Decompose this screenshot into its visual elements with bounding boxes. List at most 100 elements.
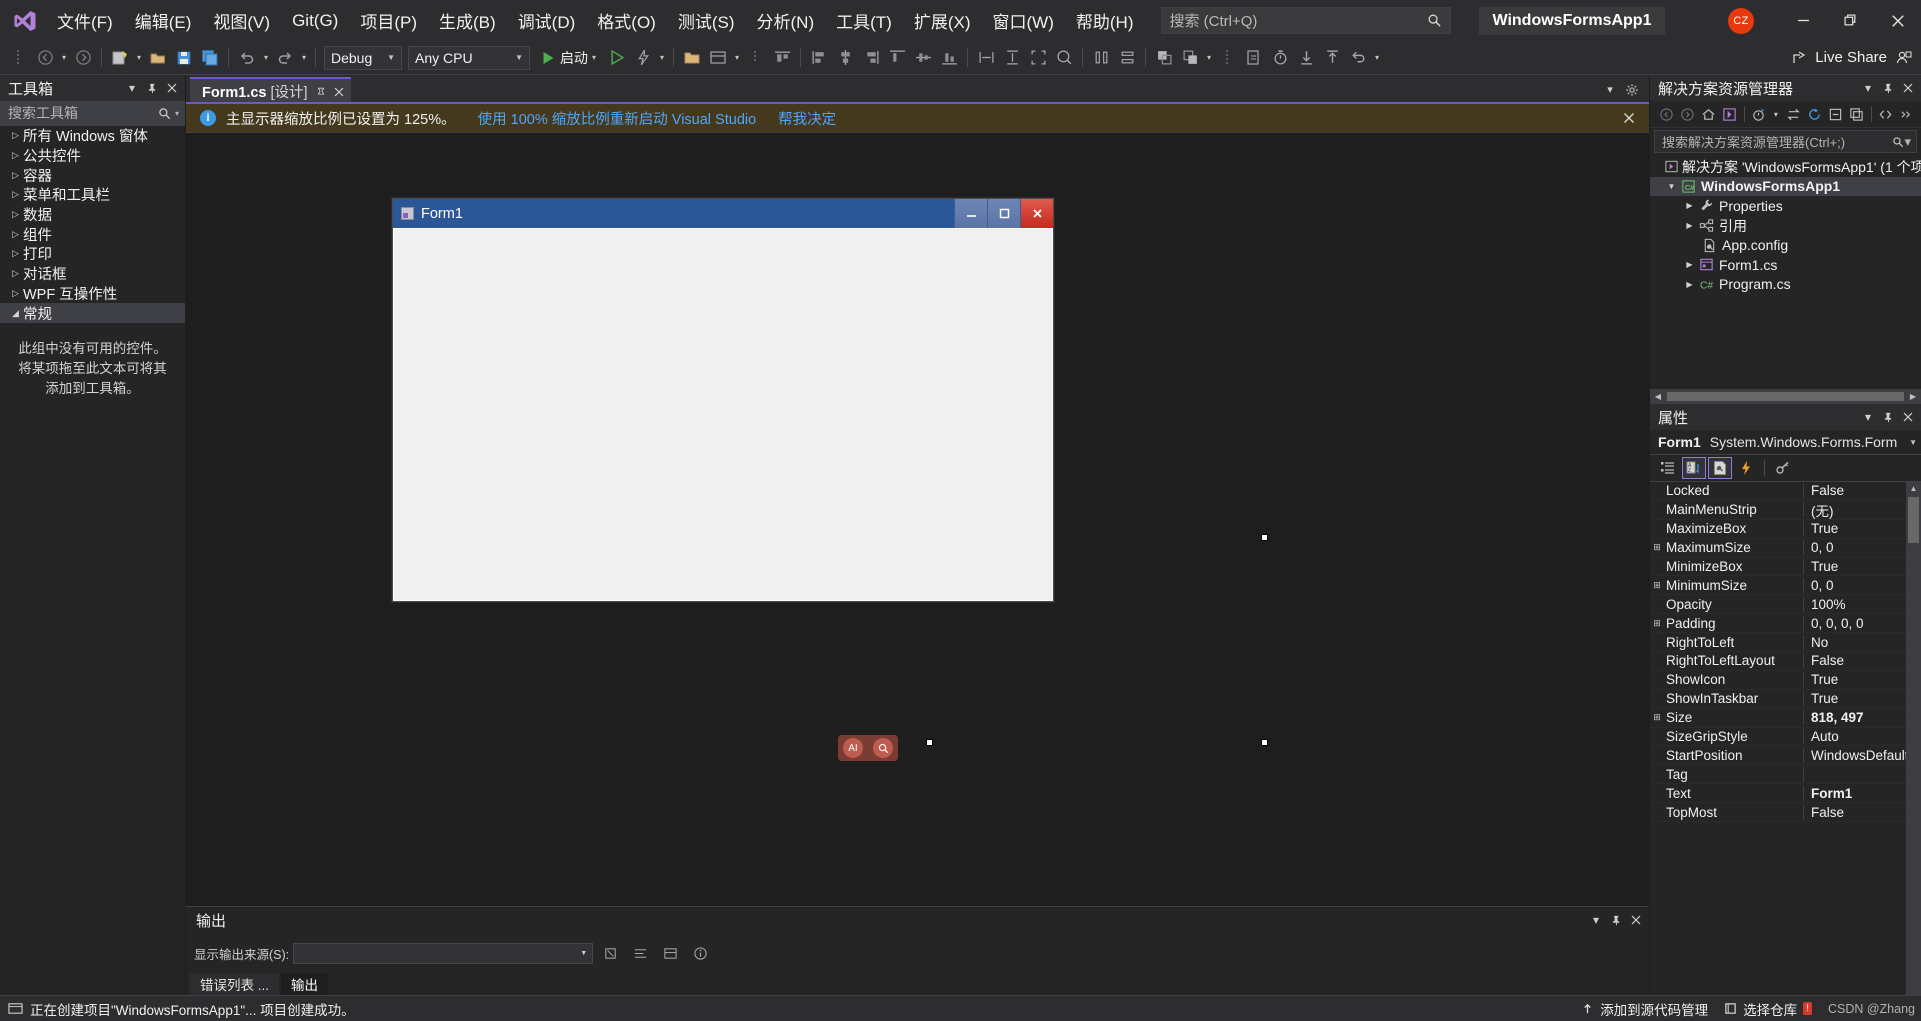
toolbox-category-wpf-interop[interactable]: ▷ WPF 互操作性 [0,284,185,304]
output-dropdown-icon[interactable]: ▾ [1587,910,1605,930]
property-key-icon[interactable] [1771,457,1795,479]
output-clear-icon[interactable] [597,940,623,966]
form-maximize-button[interactable] [987,199,1020,228]
window-layout-icon[interactable] [705,45,731,71]
timer-icon[interactable] [1267,45,1293,71]
toolbox-category-menus-toolbars[interactable]: ▷ 菜单和工具栏 [0,185,185,205]
property-row[interactable]: RightToLeft No [1650,633,1921,653]
forward-icon[interactable] [1677,104,1697,125]
scroll-up-icon[interactable]: ▲ [1910,482,1918,496]
form1-client-area[interactable] [393,228,1053,601]
live-share-button[interactable]: Live Share [1791,49,1921,67]
chevron-right-icon[interactable]: ▶ [1682,280,1697,289]
vertical-spacing-icon[interactable] [1114,45,1140,71]
new-project-icon[interactable] [107,45,133,71]
property-value[interactable]: (无) [1804,500,1921,520]
solution-configuration-select[interactable]: Debug ▼ [324,45,402,70]
chevron-right-icon[interactable]: ▶ [1682,201,1697,210]
property-row[interactable]: TopMost False [1650,803,1921,823]
make-same-width-icon[interactable] [973,45,999,71]
save-icon[interactable] [171,45,197,71]
select-repository-button[interactable]: 选择仓库 ! [1724,999,1812,1019]
properties-pin-icon[interactable] [1879,407,1897,427]
redo-icon[interactable] [272,45,298,71]
window-minimize-button[interactable] [1780,0,1827,41]
output-info-icon[interactable] [687,940,713,966]
revert-icon[interactable] [1345,45,1371,71]
tree-item-form1-cs[interactable]: ▶ Form1.cs [1650,255,1921,275]
output-toggle-icon[interactable] [657,940,683,966]
solution-view-icon[interactable] [1720,104,1740,125]
save-all-icon[interactable] [197,45,223,71]
menu-help[interactable]: 帮助(H) [1065,0,1145,41]
properties-dropdown-icon[interactable]: ▾ [1859,407,1877,427]
add-to-source-control-button[interactable]: 添加到源代码管理 [1581,999,1708,1019]
navigate-backward-dropdown-icon[interactable]: ▾ [58,53,70,62]
output-wordwrap-icon[interactable] [627,940,653,966]
property-value[interactable]: Form1 [1804,786,1921,801]
property-row[interactable]: ⊞ Size 818, 497 [1650,709,1921,728]
toolbox-category-dialogs[interactable]: ▷ 对话框 [0,264,185,284]
upload-icon[interactable] [1319,45,1345,71]
properties-object-select[interactable]: Form1 System.Windows.Forms.Form ▼ [1650,430,1921,455]
toolbox-close-icon[interactable] [163,78,181,98]
bring-to-front-icon[interactable] [1151,45,1177,71]
property-row[interactable]: ShowInTaskbar True [1650,690,1921,709]
scrollbar-thumb[interactable] [1908,497,1919,543]
start-debug-button[interactable]: 启动 ▾ [533,45,604,71]
toolbox-category-all-windows-forms[interactable]: ▷ 所有 Windows 窗体 [0,126,185,146]
form1-preview[interactable]: Form1 [392,198,1054,602]
toolbox-pin-icon[interactable] [143,78,161,98]
toolbox-category-containers[interactable]: ▷ 容器 [0,165,185,185]
pin-icon[interactable] [316,86,326,97]
user-avatar[interactable]: CZ [1728,7,1754,34]
properties-page-icon[interactable] [1708,457,1732,479]
properties-grid[interactable]: Locked False MainMenuStrip (无) MaximizeB… [1650,482,1921,995]
property-row[interactable]: RightToLeftLayout False [1650,652,1921,671]
menu-git[interactable]: Git(G) [281,0,349,41]
property-row[interactable]: ⊞ MinimumSize 0, 0 [1650,576,1921,596]
property-value[interactable]: 0, 0 [1804,578,1921,593]
property-row[interactable]: Tag [1650,765,1921,785]
events-lightning-icon[interactable] [1734,457,1758,479]
output-pin-icon[interactable] [1607,910,1625,930]
toolbox-dropdown-icon[interactable]: ▾ [123,78,141,98]
solution-platform-select[interactable]: Any CPU ▼ [408,45,530,70]
property-value[interactable]: True [1804,691,1921,706]
window-close-button[interactable] [1874,0,1921,41]
redo-dropdown-icon[interactable]: ▾ [298,53,310,62]
align-middles-icon[interactable] [910,45,936,71]
tabstrip-dropdown-icon[interactable]: ▾ [1601,79,1619,101]
property-value[interactable]: True [1804,672,1921,687]
start-without-debug-icon[interactable] [604,45,630,71]
toolbar-overflow-icon[interactable]: ▾ [1371,53,1383,62]
menu-format[interactable]: 格式(O) [586,0,667,41]
align-lefts-icon[interactable] [806,45,832,71]
home-icon[interactable] [1698,104,1718,125]
gear-icon[interactable] [1623,79,1641,101]
refresh-icon[interactable] [1804,104,1824,125]
chevron-down-icon[interactable]: ▾ [1904,134,1911,150]
chevron-right-icon[interactable]: ▶ [1682,221,1697,230]
open-folder-icon[interactable] [679,45,705,71]
property-value[interactable]: True [1804,559,1921,574]
hot-reload-dropdown-icon[interactable]: ▾ [656,53,668,62]
output-close-icon[interactable] [1627,910,1645,930]
infobar-help-decide-link[interactable]: 帮我决定 [778,108,836,129]
open-file-icon[interactable] [145,45,171,71]
align-tops-icon[interactable] [769,45,795,71]
property-row[interactable]: Text Form1 [1650,784,1921,804]
start-debug-dropdown-icon[interactable]: ▾ [588,53,600,62]
property-value[interactable]: False [1804,805,1921,820]
collapse-all-icon[interactable] [1825,104,1845,125]
download-icon[interactable] [1293,45,1319,71]
undo-dropdown-icon[interactable]: ▾ [260,53,272,62]
resize-handle-bottom[interactable] [926,739,933,746]
make-same-height-icon[interactable] [999,45,1025,71]
toolbox-category-data[interactable]: ▷ 数据 [0,205,185,225]
menu-build[interactable]: 生成(B) [428,0,507,41]
row-expander-icon[interactable]: ⊞ [1650,542,1664,553]
property-value[interactable]: 0, 0 [1804,540,1921,555]
toolbar-overflow-icon[interactable] [1897,104,1917,125]
align-bottoms-icon[interactable] [936,45,962,71]
